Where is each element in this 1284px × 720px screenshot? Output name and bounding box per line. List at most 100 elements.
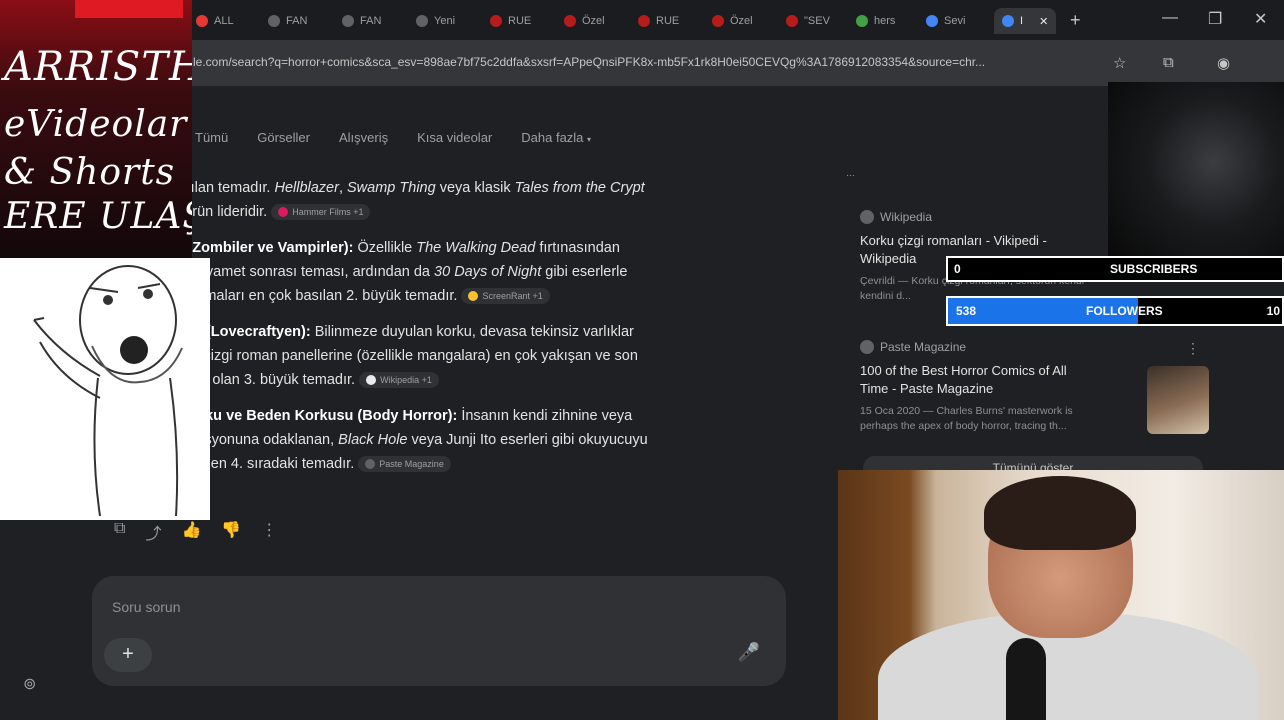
paste-magazine-icon (860, 340, 874, 354)
source-thumbnail[interactable] (1147, 366, 1209, 434)
tab-label: Yeni (434, 15, 456, 27)
ai-answer: ullanılan temadır. Hellblazer, Swamp Thi… (160, 176, 770, 488)
source-chip[interactable]: ScreenRant +1 (461, 288, 550, 305)
chip-label: Paste Magazine (379, 459, 444, 470)
browser-tab[interactable]: ALL (196, 8, 234, 34)
logo-text: & Shorts (4, 152, 176, 193)
google-favicon-icon (926, 15, 938, 27)
source-favicon-icon (468, 291, 479, 302)
followers-bar: 538 FOLLOWERS 10 (946, 296, 1284, 326)
browser-tab[interactable]: Özel (712, 8, 753, 34)
ask-input[interactable]: Soru sorun (112, 599, 180, 615)
thumbs-down-icon[interactable]: 👎 (221, 520, 241, 544)
followers-goal: 10 (1266, 304, 1280, 318)
tab-label: hers (874, 15, 896, 27)
source-chip[interactable]: Wikipedia +1 (359, 372, 439, 389)
tab-label: I (1020, 15, 1024, 27)
profile-icon[interactable]: ◉ (1217, 54, 1230, 72)
add-attachment-button[interactable]: + (104, 638, 152, 672)
google-favicon-icon (1002, 15, 1014, 27)
source-snippet: 15 Oca 2020 — Charles Burns' masterwork … (860, 405, 1073, 432)
answer-text: Bilinmeze duyulan korku, devasa tekinsiz… (314, 324, 634, 340)
bookmark-star-icon[interactable]: ☆ (1113, 54, 1126, 72)
tab-favicon-icon (712, 15, 724, 27)
tab-label: FAN (360, 15, 382, 27)
answer-title: Tales from the Crypt (514, 180, 645, 196)
answer-text: fırtınasından (539, 240, 620, 256)
more-options-icon[interactable]: ⋮ (1186, 340, 1200, 357)
tab-images[interactable]: Görseller (257, 130, 310, 145)
browser-tab[interactable]: Sevi (926, 8, 965, 34)
browser-tab[interactable]: FAN (342, 8, 381, 34)
tab-label: RUE (656, 15, 680, 27)
browser-tab[interactable]: "SEV (786, 8, 830, 34)
browser-tab-active[interactable]: I ✕ (994, 8, 1057, 34)
browser-tabstrip: ALL FAN FAN Yeni RUE Özel RUE Özel "SEV … (0, 0, 1284, 40)
webcam-microphone (1006, 638, 1046, 720)
logo-text: ERE ULAŞIN (4, 196, 192, 237)
tab-label: FAN (286, 15, 308, 27)
restore-button[interactable]: ❐ (1208, 9, 1222, 29)
answer-text: gibi eserlerle (545, 264, 628, 280)
tab-shopping[interactable]: Alışveriş (339, 130, 388, 145)
answer-paragraph: Korku (Lovecraftyen): Bilinmeze duyulan … (160, 320, 770, 392)
tab-more[interactable]: Daha fazla ▾ (521, 130, 591, 145)
chip-label: ScreenRant +1 (482, 291, 543, 302)
tab-short-videos[interactable]: Kısa videolar (417, 130, 492, 145)
thumbs-up-icon[interactable]: 👍 (181, 520, 201, 544)
browser-tab[interactable]: Özel (564, 8, 605, 34)
tab-label: ALL (214, 15, 234, 27)
extensions-icon[interactable]: ⧉ (1163, 54, 1174, 71)
browser-tab[interactable]: RUE (490, 8, 531, 34)
source-chip[interactable]: Paste Magazine (358, 456, 451, 473)
logo-red-bar (75, 0, 183, 18)
subscribers-bar: 0 SUBSCRIBERS (946, 256, 1284, 282)
answer-text: veya Junji Ito eserleri gibi okuyucuyu (411, 432, 648, 448)
source-card-paste[interactable]: Paste Magazine 100 of the Best Horror Co… (860, 340, 1215, 434)
microphone-icon[interactable]: 🎤 (738, 642, 760, 663)
settings-icon[interactable]: ⊚ (23, 674, 36, 694)
copy-icon[interactable]: ⧉ (114, 520, 125, 544)
answer-paragraph: jik Korku ve Beden Korkusu (Body Horror)… (160, 404, 770, 476)
source-site: Paste Magazine (860, 340, 1215, 354)
tab-close-icon[interactable]: ✕ (1039, 15, 1048, 28)
browser-tab[interactable]: RUE (638, 8, 679, 34)
tab-favicon-icon (856, 15, 868, 27)
answer-paragraph: ullanılan temadır. Hellblazer, Swamp Thi… (160, 176, 770, 224)
url-field[interactable]: le.com/search?q=horror+comics&sca_esv=89… (193, 55, 1098, 69)
answer-title: Swamp Thing (347, 180, 436, 196)
pointing-wojak-image (33, 265, 183, 517)
tab-label: "SEV (804, 15, 830, 27)
source-chip[interactable]: Hammer Films +1 (271, 204, 371, 221)
tab-label: Sevi (944, 15, 966, 27)
browser-tab[interactable]: FAN (268, 8, 307, 34)
answer-actions: ⧉ ⤴ 👍 👎 ⋮ (114, 520, 277, 544)
tab-all[interactable]: Tümü (195, 130, 228, 145)
new-tab-button[interactable]: + (1070, 10, 1081, 31)
tab-favicon-icon (638, 15, 650, 27)
subscribers-label: SUBSCRIBERS (1110, 262, 1198, 276)
minimize-button[interactable]: — (1162, 9, 1178, 27)
horror-image-overlay (1108, 82, 1284, 260)
source-title[interactable]: 100 of the Best Horror Comics of All Tim… (860, 362, 1095, 398)
answer-title: The Walking Dead (416, 240, 536, 256)
more-options-icon[interactable]: ⋮ (261, 520, 277, 544)
chip-label: Wikipedia +1 (380, 375, 432, 386)
answer-paragraph: rlar (Zombiler ve Vampirler): Özellikle … (160, 236, 770, 308)
answer-text: İnsanın kendi zihnine veya (461, 408, 633, 424)
meme-drawing (0, 258, 210, 520)
tab-favicon-icon (786, 15, 798, 27)
webcam-person-hair (984, 476, 1136, 550)
source-favicon-icon (365, 459, 376, 470)
ask-input-box[interactable]: Soru sorun + 🎤 (92, 576, 786, 686)
tab-label: Özel (730, 15, 753, 27)
tab-label: RUE (508, 15, 532, 27)
answer-title: Black Hole (338, 432, 408, 448)
answer-text: , (338, 180, 343, 196)
tab-label: Özel (582, 15, 605, 27)
tab-more-label: Daha fazla (521, 130, 584, 145)
browser-tab[interactable]: hers (856, 8, 895, 34)
window-close-button[interactable]: ✕ (1254, 9, 1267, 29)
browser-tab[interactable]: Yeni (416, 8, 455, 34)
share-icon[interactable]: ⤴ (145, 520, 161, 544)
